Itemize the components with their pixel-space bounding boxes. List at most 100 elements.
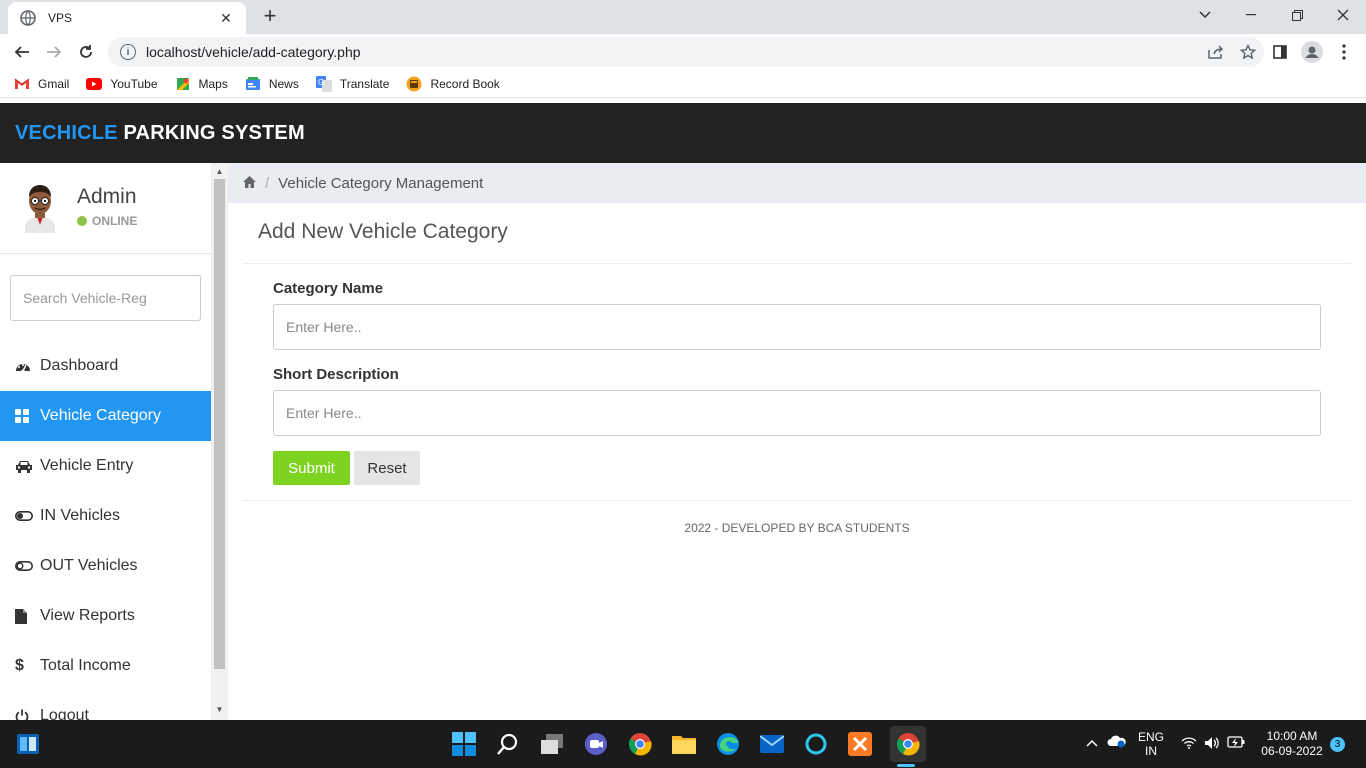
breadcrumb: / Vehicle Category Management [228,163,1366,203]
os-taskbar: ENG IN 10:00 AM 06-09-2022 3 [0,720,1366,768]
file-explorer-icon[interactable] [670,730,698,758]
sidebar-scrollbar[interactable]: ▲ ▼ [211,163,228,720]
bookmark-maps[interactable]: Maps [175,77,228,91]
xampp-icon[interactable] [846,730,874,758]
sidebar-item-in-vehicles[interactable]: IN Vehicles [0,491,211,541]
teams-chat-icon[interactable] [582,730,610,758]
bookmark-label: Record Book [430,76,500,91]
user-info: Admin ONLINE [0,163,211,254]
youtube-icon [86,77,103,91]
mail-icon[interactable] [758,730,786,758]
tab-search-icon[interactable] [1182,0,1228,30]
dollar-icon: $ [15,657,24,674]
sidebar-item-label: Logout [40,707,89,720]
search-input[interactable] [10,275,201,321]
side-panel-icon[interactable] [1268,40,1292,64]
bookmark-record-book[interactable]: Record Book [406,76,500,91]
restore-icon[interactable] [1274,0,1320,30]
bookmark-label: News [268,76,299,91]
reset-button[interactable]: Reset [354,451,420,485]
sidebar-item-total-income[interactable]: $ Total Income [0,641,211,691]
tray-chevron-icon[interactable] [1084,736,1100,750]
toggle-off-icon [15,558,35,574]
back-icon[interactable] [10,40,34,64]
language-indicator[interactable]: ENG IN [1136,730,1166,758]
app-brand[interactable]: VECHICLE PARKING SYSTEM [15,122,305,145]
bookmark-gmail[interactable]: Gmail [14,77,69,91]
reload-icon[interactable] [74,40,98,64]
cortana-icon[interactable] [802,730,830,758]
task-view-icon[interactable] [538,730,566,758]
language-region: IN [1145,744,1157,758]
bookmarks-bar: Gmail YouTube Maps News G Translate Reco… [0,70,1366,98]
sidebar-item-view-reports[interactable]: View Reports [0,591,211,641]
submit-button[interactable]: Submit [273,451,350,485]
home-icon[interactable] [243,175,256,192]
main-content: / Vehicle Category Management Add New Ve… [228,163,1366,720]
share-icon[interactable] [1200,40,1232,64]
clock[interactable]: 10:00 AM 06-09-2022 [1256,729,1328,759]
close-tab-icon[interactable]: ✕ [218,10,234,27]
address-bar[interactable]: i localhost/vehicle/add-category.php [108,37,1264,67]
sidebar-item-label: Total Income [40,657,131,674]
clock-time: 10:00 AM [1266,729,1318,743]
translate-icon: G [315,75,332,92]
forward-icon[interactable] [42,40,66,64]
sidebar-item-label: IN Vehicles [40,507,121,524]
scrollbar-thumb[interactable] [214,179,225,669]
notification-badge[interactable]: 3 [1330,737,1345,752]
sidebar-item-logout[interactable]: Logout [0,691,211,720]
file-icon [15,608,35,624]
short-description-input[interactable] [273,390,1321,436]
sidebar-item-vehicle-category[interactable]: Vehicle Category [0,391,211,441]
grid-icon [15,408,35,424]
user-status-text: ONLINE [92,214,138,228]
globe-icon [20,10,36,26]
bookmark-star-icon[interactable] [1232,40,1264,64]
page-title: Add New Vehicle Category [258,220,508,243]
browser-tab[interactable]: VPS ✕ [8,2,246,34]
category-name-input[interactable] [273,304,1321,350]
sidebar-item-dashboard[interactable]: Dashboard [0,341,211,391]
battery-icon[interactable] [1226,736,1246,751]
avatar [20,181,60,233]
wifi-icon[interactable] [1180,736,1198,752]
onedrive-icon[interactable] [1106,734,1128,751]
bookmark-label: Maps [198,76,228,91]
chrome-icon[interactable] [626,730,654,758]
edge-icon[interactable] [714,730,742,758]
sidebar-item-label: View Reports [40,607,135,624]
minimize-icon[interactable] [1228,0,1274,30]
bookmark-translate[interactable]: G Translate [315,75,389,92]
user-status: ONLINE [77,214,137,228]
breadcrumb-current: Vehicle Category Management [278,174,484,192]
taskbar-search-icon[interactable] [494,730,522,758]
bookmark-news[interactable]: News [245,76,299,91]
car-icon [15,458,35,474]
sidebar-item-out-vehicles[interactable]: OUT Vehicles [0,541,211,591]
sidebar-item-label: OUT Vehicles [40,557,138,574]
close-window-icon[interactable] [1320,0,1366,30]
language-code: ENG [1137,730,1164,744]
toggle-on-icon [15,508,35,524]
online-dot-icon [77,216,87,226]
scroll-up-icon[interactable]: ▲ [215,167,224,176]
windows-start-icon[interactable] [450,730,478,758]
volume-icon[interactable] [1203,736,1221,753]
url-text[interactable]: localhost/vehicle/add-category.php [146,44,1200,60]
bookmark-youtube[interactable]: YouTube [86,77,158,91]
sidebar-item-vehicle-entry[interactable]: Vehicle Entry [0,441,211,491]
profile-icon[interactable] [1300,40,1324,64]
news-icon [245,76,261,91]
widgets-icon[interactable] [14,730,42,758]
site-info-icon[interactable]: i [120,44,136,60]
bookmark-label: Gmail [38,76,70,91]
browser-menu-icon[interactable] [1332,40,1356,64]
sidebar-item-label: Dashboard [40,357,119,374]
browser-tab-bar: VPS ✕ + [0,0,1366,34]
footer-text: 2022 - DEVELOPED BY BCA STUDENTS [684,521,910,535]
power-icon [15,708,35,720]
new-tab-button[interactable]: + [258,4,282,28]
chrome-active-icon[interactable] [890,726,926,762]
scroll-down-icon[interactable]: ▼ [215,705,224,714]
